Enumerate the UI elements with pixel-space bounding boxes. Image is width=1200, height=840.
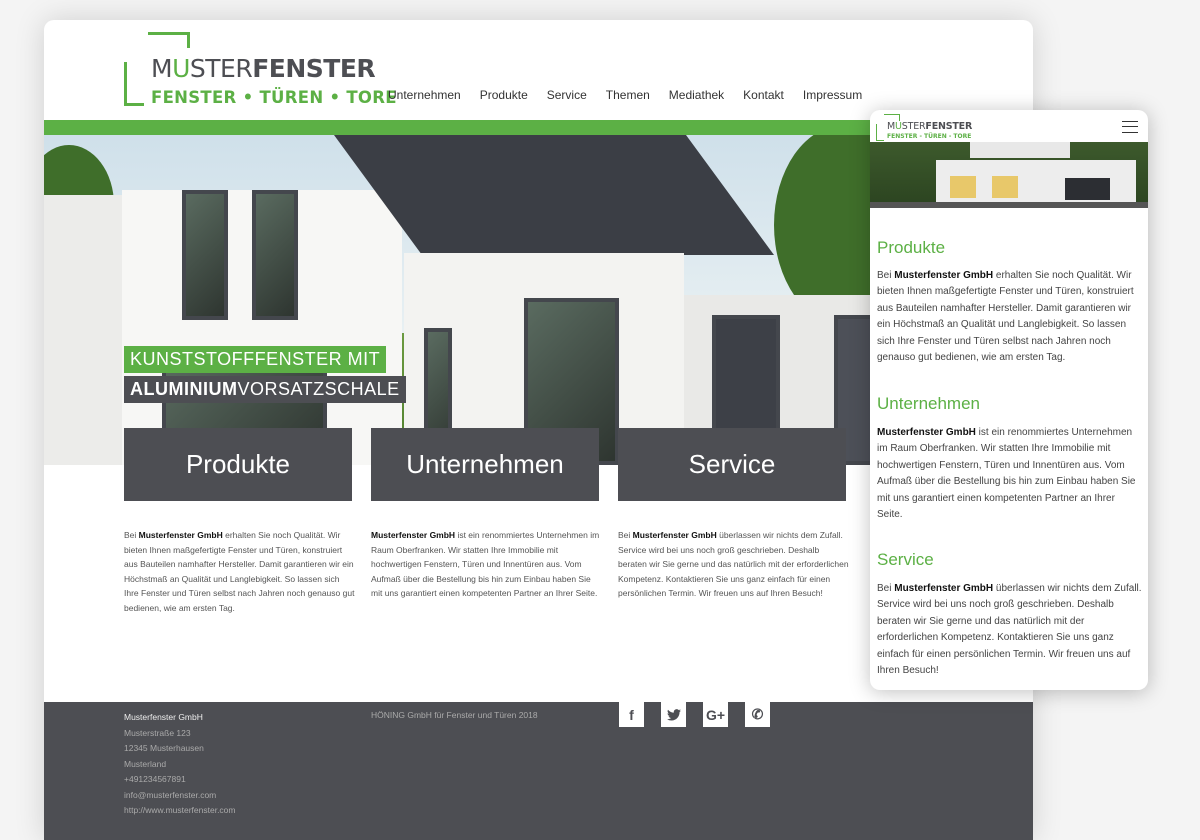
logo-bracket <box>124 62 144 106</box>
mobile-text-service: Bei Musterfenster GmbH überlassen wir ni… <box>877 583 1142 677</box>
logo-tagline: FENSTER • TÜREN • TORE <box>151 88 397 107</box>
mobile-hero-image <box>870 142 1148 208</box>
logo-bracket <box>884 114 900 121</box>
footer-company: Musterfenster GmbH <box>124 712 203 722</box>
logo-name: MUSTERFENSTER <box>151 54 376 83</box>
social-links: f G+ ✆ <box>619 702 770 727</box>
produkte-text: Bei Musterfenster GmbH erhalten Sie noch… <box>124 530 355 613</box>
logo-bracket <box>876 124 884 141</box>
main-nav: Unternehmen Produkte Service Themen Medi… <box>388 88 862 102</box>
unternehmen-button[interactable]: Unternehmen <box>371 428 599 501</box>
mobile-text-produkte: Bei Musterfenster GmbH erhalten Sie noch… <box>877 270 1134 364</box>
mobile-heading-produkte: Produkte <box>877 238 946 257</box>
copyright: HÖNING GmbH für Fenster und Türen 2018 <box>371 710 538 720</box>
footer-city: 12345 Musterhausen <box>124 743 204 753</box>
footer: Musterfenster GmbH Musterstraße 123 1234… <box>44 702 1033 840</box>
facebook-icon[interactable]: f <box>619 702 644 727</box>
hero-tagline: KUNSTSTOFFFENSTER MIT <box>124 346 387 373</box>
nav-service[interactable]: Service <box>547 88 587 102</box>
mobile-preview: MUSTERFENSTER FENSTER - TÜREN - TORE Pro… <box>870 110 1148 690</box>
service-button[interactable]: Service <box>618 428 846 501</box>
mobile-text-unternehmen: Musterfenster GmbH ist ein renommiertes … <box>877 427 1136 521</box>
hero-tagline-2: ALUMINIUMVORSATZSCHALE <box>124 376 406 403</box>
house-upper <box>970 142 1070 158</box>
garage-door <box>1065 178 1110 200</box>
window <box>950 176 976 198</box>
nav-unternehmen[interactable]: Unternehmen <box>388 88 461 102</box>
footer-email[interactable]: info@musterfenster.com <box>124 788 235 804</box>
house <box>122 190 402 465</box>
footer-phone[interactable]: +491234567891 <box>124 772 235 788</box>
logo-tagline: FENSTER - TÜREN - TORE <box>887 133 972 140</box>
service-text: Bei Musterfenster GmbH überlassen wir ni… <box>618 530 849 599</box>
hamburger-menu-icon[interactable] <box>1122 121 1138 133</box>
logo-name: MUSTERFENSTER <box>887 121 973 132</box>
unternehmen-text: Musterfenster GmbH ist ein renommiertes … <box>371 530 600 599</box>
nav-impressum[interactable]: Impressum <box>803 88 862 102</box>
mobile-heading-service: Service <box>877 550 934 569</box>
nav-kontakt[interactable]: Kontakt <box>743 88 784 102</box>
footer-address: Musterfenster GmbH Musterstraße 123 1234… <box>124 710 235 819</box>
produkte-button[interactable]: Produkte <box>124 428 352 501</box>
window <box>992 176 1018 198</box>
window <box>182 190 228 320</box>
window <box>252 190 298 320</box>
driveway <box>870 202 1148 208</box>
mobile-heading-unternehmen: Unternehmen <box>877 394 981 413</box>
logo-bracket <box>148 32 190 48</box>
twitter-icon[interactable] <box>661 702 686 727</box>
mobile-logo[interactable]: MUSTERFENSTER FENSTER - TÜREN - TORE <box>876 114 976 142</box>
door <box>712 315 780 445</box>
neighbor-house <box>44 195 124 465</box>
whatsapp-icon[interactable]: ✆ <box>745 702 770 727</box>
google-plus-icon[interactable]: G+ <box>703 702 728 727</box>
nav-mediathek[interactable]: Mediathek <box>669 88 724 102</box>
footer-street: Musterstraße 123 <box>124 727 191 738</box>
nav-themen[interactable]: Themen <box>606 88 650 102</box>
logo[interactable]: MUSTERFENSTER FENSTER • TÜREN • TORE <box>124 32 397 112</box>
nav-produkte[interactable]: Produkte <box>480 88 528 102</box>
footer-website[interactable]: http://www.musterfenster.com <box>124 803 235 819</box>
footer-country: Musterland <box>124 758 167 769</box>
